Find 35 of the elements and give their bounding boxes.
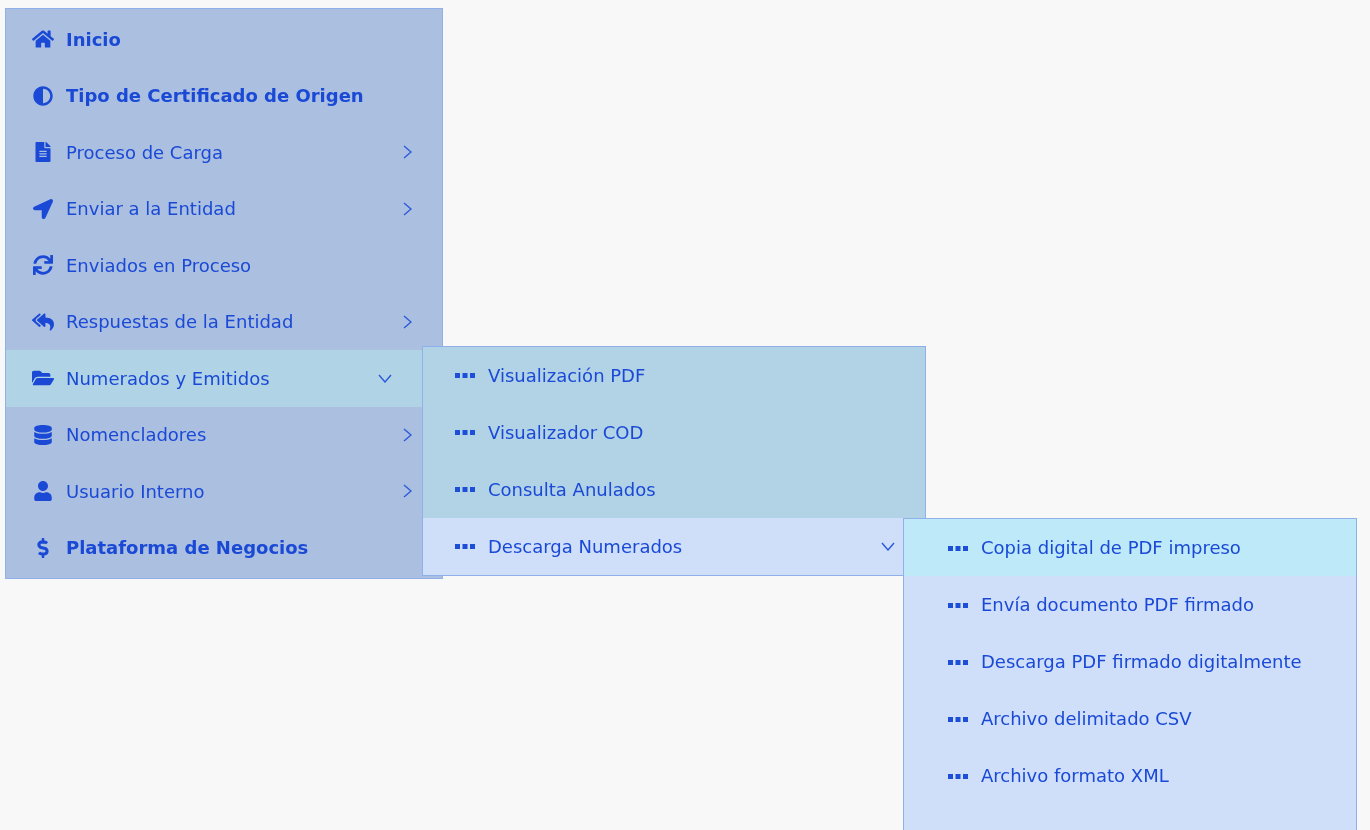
dots-icon	[948, 546, 968, 551]
chevron-right-icon	[403, 484, 412, 499]
chevron-down-icon	[881, 542, 895, 551]
reply-all-icon	[32, 311, 54, 332]
submenu-item[interactable]: Copia digital de PDF impreso	[904, 519, 1356, 576]
chevron-right-icon	[403, 427, 412, 442]
dots-icon	[948, 660, 968, 665]
paper-plane-icon	[32, 198, 54, 219]
chevron-right-icon	[403, 145, 412, 160]
dots-icon	[455, 544, 475, 549]
menu-item[interactable]: Enviar a la Entidad	[6, 180, 442, 237]
menu-item[interactable]: Proceso de Carga	[6, 124, 442, 181]
dots-icon	[455, 487, 475, 492]
submenu-item[interactable]: Archivo delimitado CSV	[904, 690, 1356, 747]
submenu-item[interactable]: Visualización PDF	[423, 347, 925, 404]
menu-item[interactable]: Tipo de Certificado de Origen	[6, 67, 442, 124]
refresh-icon	[32, 255, 54, 276]
menu-item[interactable]: Inicio	[6, 11, 442, 68]
chevron-right-icon	[403, 314, 412, 329]
dots-icon	[948, 717, 968, 722]
menu-item[interactable]: Numerados y Emitidos	[6, 350, 422, 407]
menu-item[interactable]: Respuestas de la Entidad	[6, 293, 442, 350]
submenu-item[interactable]: Descarga PDF firmado digitalmente	[904, 633, 1356, 690]
home-icon	[32, 29, 54, 50]
dots-icon	[948, 603, 968, 608]
chevron-down-icon	[378, 373, 392, 383]
submenu-item[interactable]: Envía documento PDF firmado	[904, 576, 1356, 633]
chevron-right-icon	[403, 201, 412, 216]
dots-icon	[948, 774, 968, 779]
submenu-item[interactable]: Archivo formato XML	[904, 747, 1356, 804]
user-icon	[32, 481, 54, 502]
dots-icon	[455, 373, 475, 378]
database-icon	[32, 424, 54, 445]
dots-icon	[455, 430, 475, 435]
menu-item[interactable]: Enviados en Proceso	[6, 237, 442, 294]
